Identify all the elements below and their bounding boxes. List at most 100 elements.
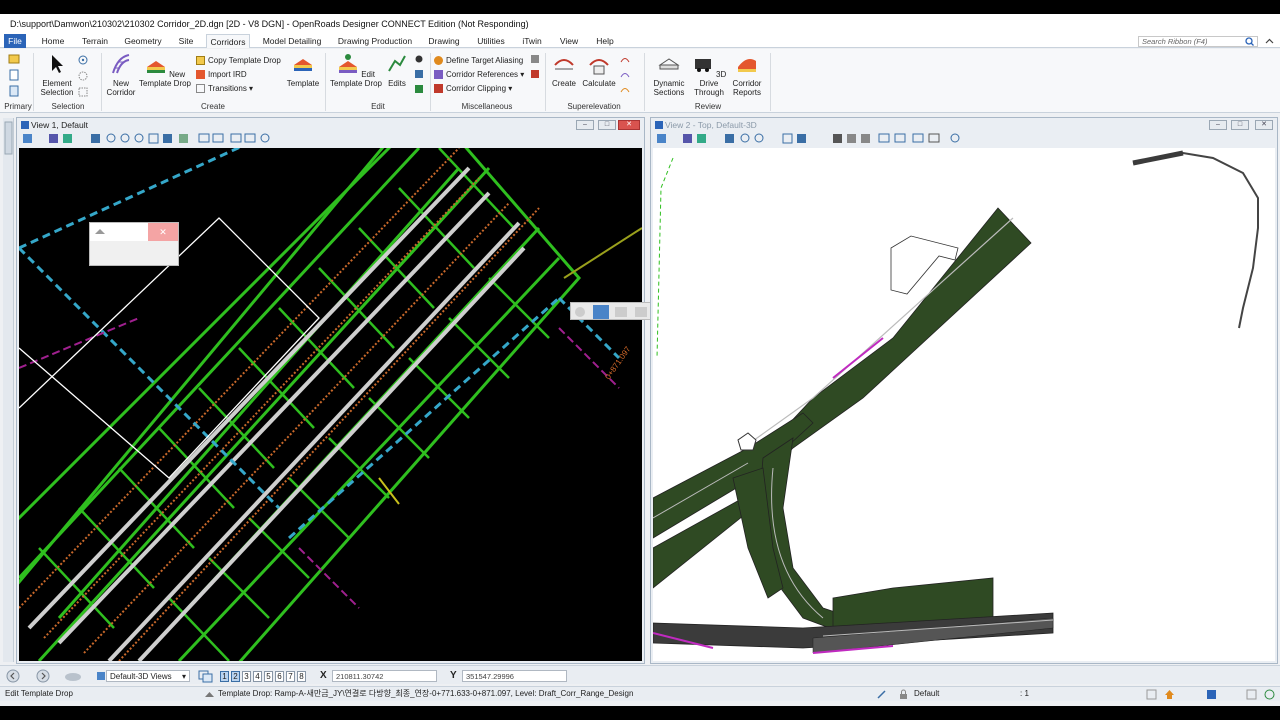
edits-button[interactable]: Edits bbox=[384, 53, 410, 88]
tab-geometry[interactable]: Geometry bbox=[122, 34, 164, 48]
maximize-button[interactable]: □ bbox=[1231, 120, 1249, 130]
misc-tool-icon[interactable] bbox=[530, 54, 540, 64]
status-bar: Edit Template Drop Template Drop: Ramp-A… bbox=[0, 686, 1280, 701]
element-selection-label: Element Selection bbox=[40, 79, 74, 97]
view-group-select[interactable]: Default-3D Views ▾ bbox=[106, 670, 190, 682]
edit-tool-icon[interactable] bbox=[414, 84, 424, 94]
view-3-toggle[interactable]: 3 bbox=[242, 671, 251, 682]
x-coordinate-field[interactable]: 210811.30742 bbox=[332, 670, 437, 682]
corridor-references-button[interactable]: Corridor References ▾ bbox=[434, 69, 524, 80]
tab-home[interactable]: Home bbox=[38, 34, 68, 48]
active-level[interactable]: Default bbox=[914, 687, 939, 701]
tab-drawing[interactable]: Drawing bbox=[426, 34, 462, 48]
edit-tool-icon[interactable] bbox=[414, 54, 424, 64]
copy-template-drop-button[interactable]: Copy Template Drop bbox=[196, 55, 281, 66]
home-icon[interactable] bbox=[1164, 689, 1175, 700]
element-selection-button[interactable]: Element Selection bbox=[36, 53, 78, 97]
primary-tools-icon[interactable] bbox=[8, 53, 22, 65]
target-icon bbox=[434, 56, 443, 66]
view-1-window[interactable]: View 1, Default – □ ✕ 0+871.097 ✕ bbox=[16, 117, 672, 664]
template-button[interactable]: Template bbox=[284, 53, 322, 88]
select-box-icon[interactable] bbox=[78, 87, 88, 97]
tab-itwin[interactable]: iTwin bbox=[520, 34, 544, 48]
ribbon-collapse-icon[interactable] bbox=[1265, 37, 1274, 46]
dynamic-sections-icon bbox=[658, 58, 680, 70]
y-coordinate-field[interactable]: 351547.29996 bbox=[462, 670, 567, 682]
tab-model-detailing[interactable]: Model Detailing bbox=[260, 34, 324, 48]
tab-terrain[interactable]: Terrain bbox=[78, 34, 112, 48]
import-ird-label: Import IRD bbox=[208, 70, 247, 79]
new-corridor-button[interactable]: New Corridor bbox=[104, 53, 138, 97]
properties-icon[interactable] bbox=[8, 85, 22, 97]
new-template-drop-button[interactable]: New Template Drop bbox=[138, 53, 192, 88]
settings-icon[interactable] bbox=[1146, 689, 1157, 700]
calculate-icon bbox=[589, 59, 609, 75]
superelevation-tool-icon[interactable] bbox=[620, 84, 630, 94]
view-2-canvas[interactable] bbox=[653, 148, 1275, 661]
view-1-toggle[interactable]: 1 bbox=[220, 671, 229, 682]
view-4-toggle[interactable]: 4 bbox=[253, 671, 262, 682]
superelevation-create-button[interactable]: Create bbox=[548, 53, 580, 88]
select-circle-icon[interactable] bbox=[78, 71, 88, 81]
tab-help[interactable]: Help bbox=[592, 34, 618, 48]
view-1-title: View 1, Default bbox=[31, 120, 89, 130]
misc-tool-icon[interactable] bbox=[530, 69, 540, 79]
import-ird-button[interactable]: Import IRD bbox=[196, 69, 247, 80]
floating-dialog[interactable]: ✕ bbox=[89, 222, 179, 266]
drive-through-button[interactable]: 3D Drive Through bbox=[690, 53, 728, 97]
view-7-toggle[interactable]: 7 bbox=[286, 671, 295, 682]
close-button[interactable]: ✕ bbox=[148, 223, 178, 241]
chevron-down-icon: ▾ bbox=[181, 672, 186, 681]
view-8-toggle[interactable]: 8 bbox=[297, 671, 306, 682]
view-tool-icons[interactable] bbox=[655, 133, 965, 145]
tab-drawing-production[interactable]: Drawing Production bbox=[334, 34, 416, 48]
sync-icon[interactable] bbox=[1206, 689, 1217, 700]
view-group-icon bbox=[97, 672, 105, 680]
view-2-window[interactable]: View 2 - Top, Default-3D – □ ✕ bbox=[650, 117, 1278, 664]
explorer-side-strip[interactable] bbox=[3, 118, 14, 662]
superelevation-tool-icon[interactable] bbox=[620, 69, 630, 79]
view-tool-icons[interactable] bbox=[21, 133, 271, 145]
view-2-title-bar: View 2 - Top, Default-3D bbox=[651, 118, 1277, 132]
minimize-button[interactable]: – bbox=[576, 120, 594, 130]
tab-view[interactable]: View bbox=[556, 34, 582, 48]
search-icon[interactable] bbox=[1245, 37, 1254, 46]
import-icon bbox=[196, 70, 205, 80]
globe-icon[interactable] bbox=[1264, 689, 1275, 700]
close-button[interactable]: ✕ bbox=[618, 120, 640, 130]
transitions-button[interactable]: Transitions ▾ bbox=[196, 83, 253, 94]
group-edit-label: Edit bbox=[371, 102, 385, 111]
attributes-icon[interactable] bbox=[8, 69, 22, 81]
select-target-icon[interactable] bbox=[78, 55, 88, 65]
close-button[interactable]: ✕ bbox=[1255, 120, 1273, 130]
back-icon[interactable] bbox=[6, 669, 20, 683]
scale-value: : 1 bbox=[1020, 689, 1029, 698]
dynamic-sections-button[interactable]: Dynamic Sections bbox=[648, 53, 690, 97]
corridor-clipping-button[interactable]: Corridor Clipping ▾ bbox=[434, 83, 512, 94]
views-window-icon[interactable] bbox=[198, 669, 214, 683]
lock-icon[interactable] bbox=[898, 689, 909, 700]
tab-corridors[interactable]: Corridors bbox=[206, 34, 250, 48]
cloud-icon[interactable] bbox=[64, 670, 82, 682]
tab-utilities[interactable]: Utilities bbox=[474, 34, 508, 48]
view-2-toggle[interactable]: 2 bbox=[231, 671, 240, 682]
active-command-text: Edit Template Drop bbox=[5, 689, 73, 698]
define-target-aliasing-button[interactable]: Define Target Aliasing bbox=[434, 55, 523, 66]
minimize-button[interactable]: – bbox=[1209, 120, 1227, 130]
tab-file[interactable]: File bbox=[4, 34, 26, 48]
divider bbox=[770, 53, 771, 111]
edit-template-drop-button[interactable]: Edit Template Drop bbox=[328, 53, 384, 88]
maximize-button[interactable]: □ bbox=[598, 120, 616, 130]
superelevation-tool-icon[interactable] bbox=[620, 54, 630, 64]
corridor-reports-button[interactable]: Corridor Reports bbox=[728, 53, 766, 97]
forward-icon[interactable] bbox=[36, 669, 50, 683]
tab-site[interactable]: Site bbox=[174, 34, 198, 48]
edit-tool-icon[interactable] bbox=[414, 69, 424, 79]
superelevation-calculate-button[interactable]: Calculate bbox=[580, 53, 618, 88]
divider bbox=[545, 53, 546, 111]
ribbon-search-input[interactable]: Search Ribbon (F4) bbox=[1138, 36, 1258, 47]
panel-icon[interactable] bbox=[1246, 689, 1257, 700]
view-5-toggle[interactable]: 5 bbox=[264, 671, 273, 682]
view-6-toggle[interactable]: 6 bbox=[275, 671, 284, 682]
pen-icon[interactable] bbox=[876, 689, 887, 700]
